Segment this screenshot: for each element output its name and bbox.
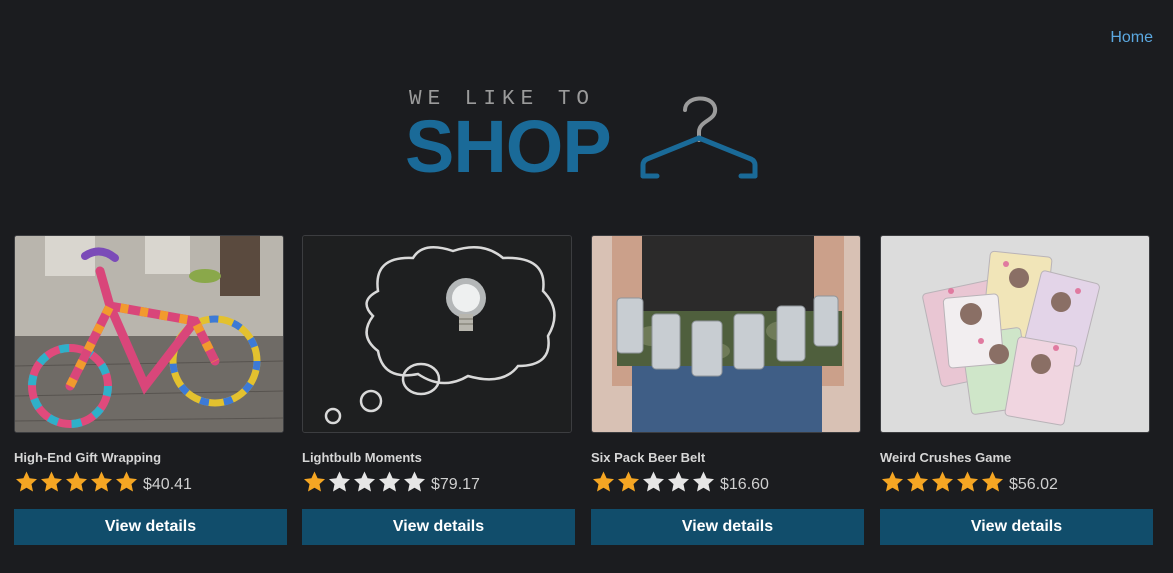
- product-rating: $40.41: [14, 470, 192, 494]
- product-image-link[interactable]: [302, 235, 572, 433]
- star-filled-icon: [957, 471, 978, 492]
- star-empty-icon: [379, 471, 400, 492]
- product-price: $56.02: [1009, 476, 1058, 493]
- star-filled-icon: [982, 471, 1003, 492]
- star-filled-icon: [882, 471, 903, 492]
- star-rating: [591, 470, 716, 494]
- nav-home-link[interactable]: Home: [1110, 29, 1153, 47]
- star-rating: [880, 470, 1005, 494]
- product-grid: High-End Gift Wrapping $40.41 View detai…: [14, 235, 1159, 555]
- star-empty-icon: [354, 471, 375, 492]
- logo-wordmark: SHOP: [405, 105, 612, 188]
- product-card: Six Pack Beer Belt $16.60 View details: [591, 235, 864, 545]
- product-rating: $56.02: [880, 470, 1058, 494]
- star-filled-icon: [41, 471, 62, 492]
- product-rating: $79.17: [302, 470, 480, 494]
- star-filled-icon: [618, 471, 639, 492]
- product-card: Lightbulb Moments $79.17 View details: [302, 235, 575, 545]
- trading-cards-image: [881, 236, 1149, 432]
- star-filled-icon: [907, 471, 928, 492]
- product-title: Six Pack Beer Belt: [591, 450, 706, 465]
- product-image-link[interactable]: [591, 235, 861, 433]
- beer-can-belt-image: [592, 236, 860, 432]
- star-filled-icon: [304, 471, 325, 492]
- star-filled-icon: [593, 471, 614, 492]
- star-filled-icon: [932, 471, 953, 492]
- product-image-link[interactable]: [880, 235, 1150, 433]
- site-logo: WE LIKE TO SHOP: [405, 88, 765, 184]
- star-rating: [14, 470, 139, 494]
- hanger-icon: [640, 96, 758, 179]
- star-filled-icon: [116, 471, 137, 492]
- star-rating: [302, 470, 427, 494]
- star-filled-icon: [66, 471, 87, 492]
- yarn-bombed-bicycle-image: [15, 236, 283, 432]
- star-filled-icon: [16, 471, 37, 492]
- product-price: $16.60: [720, 476, 769, 493]
- product-price: $40.41: [143, 476, 192, 493]
- product-title: High-End Gift Wrapping: [14, 450, 162, 465]
- star-filled-icon: [91, 471, 112, 492]
- product-title: Lightbulb Moments: [302, 450, 422, 465]
- view-details-button[interactable]: View details: [591, 509, 864, 545]
- star-empty-icon: [329, 471, 350, 492]
- lightbulb-chalk-cloud-image: [303, 236, 571, 432]
- view-details-button[interactable]: View details: [302, 509, 575, 545]
- star-empty-icon: [693, 471, 714, 492]
- product-image-link[interactable]: [14, 235, 284, 433]
- product-price: $79.17: [431, 476, 480, 493]
- star-empty-icon: [643, 471, 664, 492]
- product-card: High-End Gift Wrapping $40.41 View detai…: [14, 235, 287, 545]
- product-rating: $16.60: [591, 470, 769, 494]
- product-title: Weird Crushes Game: [880, 450, 1012, 465]
- view-details-button[interactable]: View details: [880, 509, 1153, 545]
- product-card: Weird Crushes Game $56.02 View details: [880, 235, 1153, 545]
- star-empty-icon: [668, 471, 689, 492]
- star-empty-icon: [404, 471, 425, 492]
- view-details-button[interactable]: View details: [14, 509, 287, 545]
